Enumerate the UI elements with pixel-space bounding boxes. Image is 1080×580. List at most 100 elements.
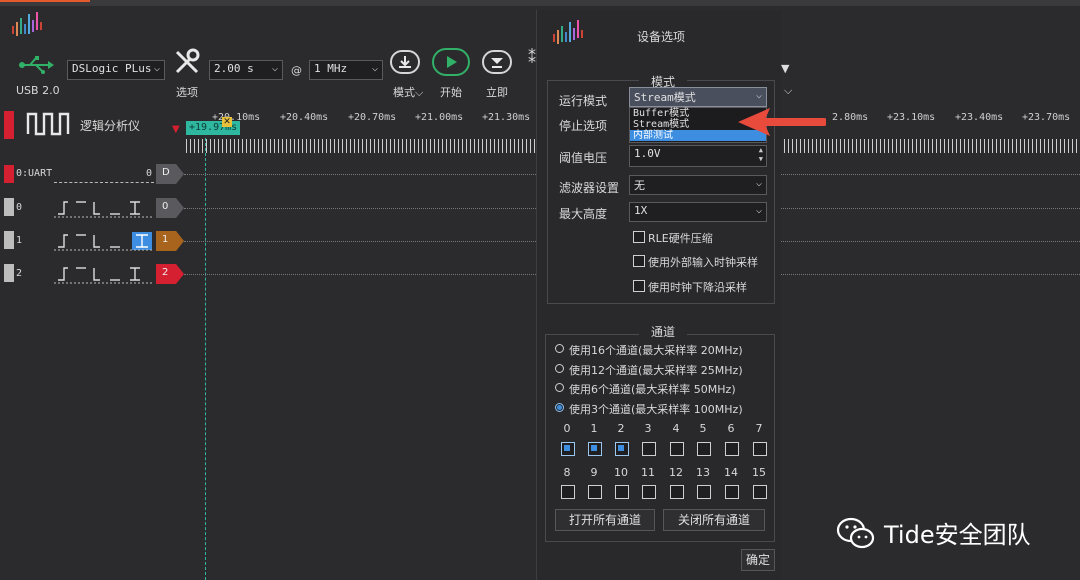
channel-enable-checkbox[interactable] [725,485,739,499]
eject-icon [491,58,503,68]
channel-enable-checkbox[interactable] [753,485,767,499]
chevron-down-icon: ⌵ [153,63,160,74]
channel-number: 6 [727,422,735,435]
channel-tag[interactable]: D [156,164,184,184]
ruler-tick: +21.30ms [482,112,531,123]
signal-trace [780,174,1080,175]
wechat-icon [836,517,875,548]
channel-enable-checkbox[interactable] [670,485,684,499]
falling-edge-checkbox[interactable] [633,280,645,292]
options-label[interactable]: 选项 [176,84,198,100]
channel-mode-radio[interactable] [555,364,564,373]
channel-enable-checkbox[interactable] [588,485,602,499]
rle-label: RLE硬件压缩 [648,232,713,245]
channel-underline [54,182,154,183]
channel-enable-checkbox[interactable] [697,442,711,456]
signal-trace [184,174,536,175]
tag-shape-icon [156,164,184,184]
start-button[interactable] [432,48,470,76]
channel-number: 3 [644,422,652,435]
channel-mode-label[interactable]: 使用3个通道(最大采样率 100MHz) [569,401,743,417]
channel-color-bar [4,264,14,282]
ruler-tick: +23.40ms [955,112,1004,123]
filter-label: 滤波器设置 [559,181,620,195]
channel-tag[interactable]: 0 [156,198,184,218]
rle-checkbox[interactable] [633,231,645,243]
mode-label[interactable]: 模式⌵ [393,84,423,100]
channel-number: 9 [590,466,598,479]
wrench-screwdriver-icon[interactable] [173,48,201,76]
channel-name: 1 [16,235,23,246]
channel-mode-label[interactable]: 使用12个通道(最大采样率 25MHz) [569,362,743,378]
channel-number: 15 [752,466,766,479]
mode-button[interactable] [390,50,420,74]
signal-trace [184,274,536,275]
device-select[interactable]: DSLogic PLus ⌵ [67,60,165,80]
ext-clock-checkbox[interactable] [633,255,645,267]
open-all-channels-button[interactable]: 打开所有通道 [555,509,655,531]
logic-wave-icon [26,112,70,136]
channel-mode-radio[interactable] [555,344,564,353]
channel-enable-checkbox[interactable] [588,442,602,456]
channel-number: 7 [755,422,763,435]
instant-button[interactable] [482,50,512,74]
channel-enable-checkbox[interactable] [615,485,629,499]
trigger-time-flag[interactable]: +19.97ms [186,121,241,135]
title-strip [0,0,1080,6]
analyzer-color-bar [4,111,14,139]
channel-tag-label: 0 [162,201,169,212]
channel-color-bar [4,231,14,249]
channel-enable-checkbox[interactable] [725,442,739,456]
trigger-pattern-icon[interactable] [54,264,154,284]
usb-label: USB 2.0 [16,84,60,97]
channel-tag[interactable]: 2 [156,264,184,284]
channel-enable-checkbox[interactable] [615,442,629,456]
samplerate-select-value: 1 MHz [314,62,348,75]
close-icon[interactable]: ✕ [222,117,232,127]
channel-group-title: 通道 [639,323,688,340]
channel-enable-checkbox[interactable] [642,442,656,456]
threshold-label: 阈值电压 [559,151,608,165]
chevron-down-icon: ⌵ [755,178,762,189]
instant-label[interactable]: 立即 [486,84,508,100]
app-logo-icon [553,20,583,44]
at-sign: @ [291,64,302,77]
channel-number: 2 [617,422,625,435]
channel-tag[interactable]: 1 [156,231,184,251]
channel-number: 4 [672,422,680,435]
signal-trace [184,241,536,242]
start-label[interactable]: 开始 [440,84,462,100]
ok-button[interactable]: 确定 [741,549,775,571]
analyzer-title: 逻辑分析仪 [80,119,141,133]
channel-mode-label[interactable]: 使用6个通道(最大采样率 50MHz) [569,381,736,397]
channel-name: 2 [16,268,23,279]
threshold-spinbox[interactable]: 1.0V ▲ ▼ [629,145,767,167]
channel-enable-checkbox[interactable] [697,485,711,499]
trigger-pattern-icon[interactable] [54,231,154,251]
channel-enable-checkbox[interactable] [642,485,656,499]
annotation-arrow-icon [738,108,826,136]
partial-toolbar-icon-right: ▼ [781,62,790,75]
channel-enable-checkbox[interactable] [753,442,767,456]
samplerate-select[interactable]: 1 MHz ⌵ [309,60,383,80]
title-accent [0,0,90,2]
falling-edge-label: 使用时钟下降沿采样 [648,281,747,294]
duration-select[interactable]: 2.00 s ⌵ [209,60,283,80]
ext-clock-label: 使用外部输入时钟采样 [648,256,758,269]
spin-arrows-icon[interactable]: ▲ ▼ [759,146,763,164]
channel-mode-radio-selected[interactable] [555,403,564,412]
cursor-line[interactable] [205,138,206,580]
channel-enable-checkbox[interactable] [670,442,684,456]
filter-select[interactable]: 无 ⌵ [629,175,767,195]
run-mode-select[interactable]: Stream模式 ⌵ [629,87,767,107]
channel-mode-label[interactable]: 使用16个通道(最大采样率 20MHz) [569,342,743,358]
channel-enable-checkbox[interactable] [561,442,575,456]
channel-tag-label: 2 [162,267,169,278]
channel-enable-checkbox[interactable] [561,485,575,499]
close-all-channels-button[interactable]: 关闭所有通道 [663,509,765,531]
ruler-minor-ticks-left [186,139,536,153]
trigger-pattern-icon[interactable] [54,198,154,218]
mode-label-text: 模式 [393,86,415,99]
max-height-select[interactable]: 1X ⌵ [629,202,767,222]
channel-mode-radio[interactable] [555,383,564,392]
